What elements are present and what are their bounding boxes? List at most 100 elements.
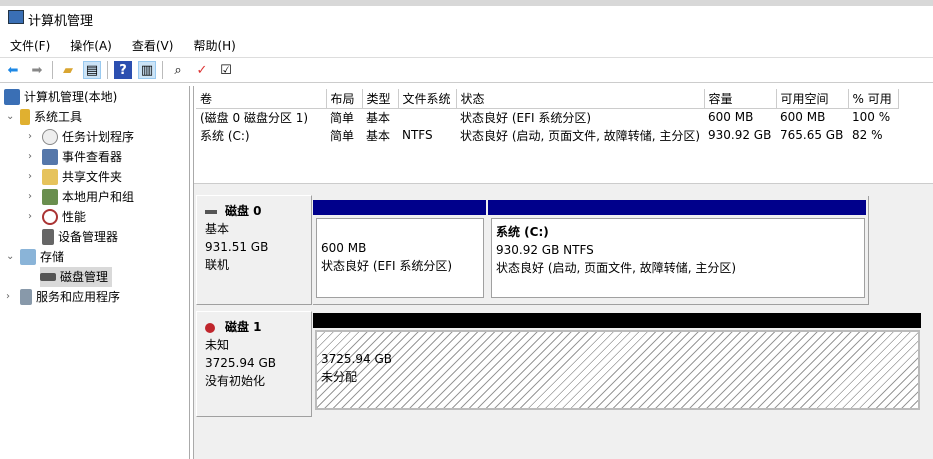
partition-bar (313, 200, 486, 215)
menu-file[interactable]: 文件(F) (0, 36, 60, 56)
tree-label: 事件查看器 (62, 150, 123, 164)
col-status[interactable]: 状态 (456, 89, 705, 109)
cell-status: 状态良好 (启动, 页面文件, 故障转储, 主分区) (460, 128, 701, 143)
tree-performance[interactable]: › 性能 (28, 207, 86, 227)
tree-device-manager[interactable]: 设备管理器 (42, 227, 118, 247)
table-row[interactable]: 系统 (C:) 简单 基本 NTFS 状态良好 (启动, 页面文件, 故障转储, 主分区… (196, 126, 898, 144)
cell-free: 600 MB (780, 110, 826, 125)
partition-status: 状态良好 (EFI 系统分区) (321, 259, 453, 273)
table-header: 卷 布局 类型 文件系统 状态 容量 可用空间 % 可用 (196, 89, 899, 109)
back-icon[interactable]: ⬅ (4, 61, 22, 79)
disk-size: 931.51 GB (205, 240, 269, 254)
help-icon[interactable]: ? (114, 61, 132, 79)
show-action-pane-icon[interactable]: ▥ (138, 61, 156, 79)
window-title: 计算机管理 (28, 14, 94, 29)
disk-icon (205, 209, 217, 214)
computer-management-icon (8, 10, 24, 24)
chevron-right-icon[interactable]: › (6, 287, 16, 307)
partition-status: 状态良好 (启动, 页面文件, 故障转储, 主分区) (496, 261, 737, 275)
cell-fs (398, 108, 456, 126)
cell-percent: 100 % (852, 110, 891, 125)
tree-system-tools[interactable]: ⌄ 系统工具 (6, 107, 82, 127)
tree-storage[interactable]: ⌄ 存储 (6, 247, 64, 267)
chevron-down-icon[interactable]: ⌄ (6, 247, 16, 267)
disk-0-label[interactable]: 磁盘 0 基本 931.51 GB 联机 (196, 195, 312, 305)
tree-label: 磁盘管理 (60, 270, 109, 284)
shared-folder-icon (42, 169, 58, 185)
storage-icon (20, 249, 36, 265)
tree-event-viewer[interactable]: › 事件查看器 (28, 147, 122, 167)
partition-size: 3725.94 GB (321, 352, 392, 366)
chevron-right-icon[interactable]: › (28, 207, 38, 227)
disk-error-icon (205, 322, 215, 333)
menu-view[interactable]: 查看(V) (122, 36, 184, 56)
up-folder-icon[interactable]: ▰ (59, 61, 77, 79)
menu-help[interactable]: 帮助(H) (183, 36, 245, 56)
cell-capacity: 600 MB (708, 110, 754, 125)
col-percent-free[interactable]: % 可用 (848, 89, 899, 109)
col-capacity[interactable]: 容量 (704, 89, 777, 109)
partition-system-c[interactable]: 系统 (C:) 930.92 GB NTFS 状态良好 (启动, 页面文件, 故… (491, 218, 865, 298)
show-hide-tree-icon[interactable]: ▤ (83, 61, 101, 79)
tree-task-scheduler[interactable]: › 任务计划程序 (28, 127, 134, 147)
divider (162, 61, 163, 79)
partition-status: 未分配 (321, 370, 358, 384)
chevron-right-icon[interactable]: › (28, 187, 38, 207)
tree-root[interactable]: 计算机管理(本地) (4, 87, 117, 107)
check-icon[interactable]: ✓ (193, 61, 211, 79)
tree-local-users[interactable]: › 本地用户和组 (28, 187, 134, 207)
cell-volume: (磁盘 0 磁盘分区 1) (200, 110, 309, 125)
partition-bar (488, 200, 866, 215)
disk-0-title: 磁盘 0 (205, 202, 303, 220)
toolbar: ⬅ ➡ ▰ ▤ ? ▥ ⌕ ✓ ☑ (0, 57, 933, 83)
cell-status: 状态良好 (EFI 系统分区) (460, 110, 592, 125)
tree-label: 任务计划程序 (62, 130, 135, 144)
chevron-down-icon[interactable]: ⌄ (6, 107, 16, 127)
unallocated-bar (313, 313, 921, 328)
cell-percent: 82 % (852, 128, 883, 142)
disk-size: 3725.94 GB (205, 356, 276, 370)
disk-1-title: 磁盘 1 (205, 318, 303, 336)
partition-efi[interactable]: 600 MB 状态良好 (EFI 系统分区) (316, 218, 484, 298)
tree-services[interactable]: › 服务和应用程序 (6, 287, 120, 307)
col-type[interactable]: 类型 (362, 89, 399, 109)
disk-name: 磁盘 0 (225, 204, 262, 218)
partition-unallocated[interactable]: 3725.94 GB 未分配 (315, 330, 920, 410)
properties-icon[interactable]: ☑ (217, 61, 235, 79)
chevron-right-icon[interactable]: › (28, 147, 38, 167)
connect-icon[interactable]: ⌕ (169, 61, 187, 79)
computer-icon (4, 89, 20, 105)
volume-list: 卷 布局 类型 文件系统 状态 容量 可用空间 % 可用 (磁盘 0 磁盘分区 … (196, 89, 899, 144)
divider (107, 61, 108, 79)
cell-free: 765.65 GB (780, 128, 844, 142)
col-volume[interactable]: 卷 (196, 89, 327, 109)
col-layout[interactable]: 布局 (326, 89, 363, 109)
tree-shared-folders[interactable]: › 共享文件夹 (28, 167, 122, 187)
tree-label: 共享文件夹 (62, 170, 123, 184)
tree-label: 系统工具 (34, 110, 83, 124)
cell-capacity: 930.92 GB (708, 128, 772, 142)
col-filesystem[interactable]: 文件系统 (398, 89, 457, 109)
partition-size: 600 MB (321, 241, 367, 255)
tree-label: 性能 (62, 210, 87, 224)
tools-icon (20, 109, 30, 125)
cell-layout: 简单 (330, 128, 355, 143)
cell-volume: 系统 (C:) (200, 128, 250, 143)
users-icon (42, 189, 58, 205)
chevron-right-icon[interactable]: › (28, 167, 38, 187)
tree-disk-management[interactable]: 磁盘管理 (40, 267, 113, 287)
taskbar-strip (0, 0, 933, 6)
tree-label: 计算机管理(本地) (24, 90, 118, 104)
cell-layout: 简单 (330, 110, 355, 125)
disk-status: 没有初始化 (205, 374, 266, 388)
chevron-right-icon[interactable]: › (28, 127, 38, 147)
menu-action[interactable]: 操作(A) (60, 36, 122, 56)
disk-1-label[interactable]: 磁盘 1 未知 3725.94 GB 没有初始化 (196, 311, 312, 417)
table-row[interactable]: (磁盘 0 磁盘分区 1) 简单 基本 状态良好 (EFI 系统分区) 600 MB 60… (196, 108, 898, 126)
disk-type: 基本 (205, 222, 230, 236)
col-free[interactable]: 可用空间 (776, 89, 849, 109)
device-manager-icon (42, 229, 54, 245)
cell-fs: NTFS (402, 128, 433, 142)
cell-type: 基本 (366, 128, 391, 143)
forward-icon[interactable]: ➡ (28, 61, 46, 79)
